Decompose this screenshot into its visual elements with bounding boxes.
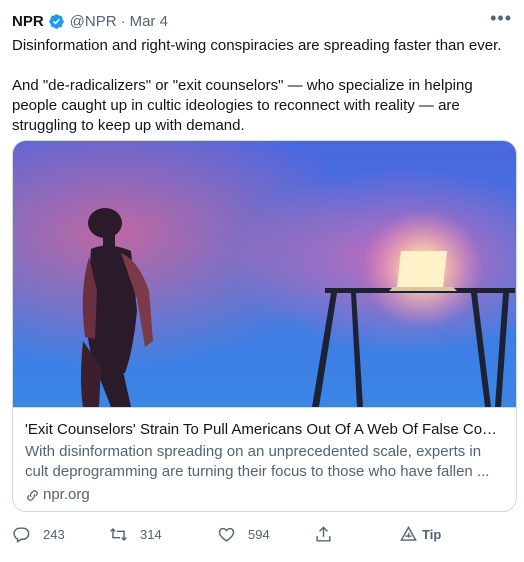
tweet-paragraph: Disinformation and right-wing conspiraci…: [12, 37, 502, 54]
tip-button[interactable]: Tip: [399, 525, 441, 544]
tip-label: Tip: [422, 526, 442, 542]
tweet-paragraph: And "de-radicalizers" or "exit counselor…: [12, 77, 473, 134]
author-name[interactable]: NPR: [12, 13, 44, 30]
action-bar: 243 314 594 Tip: [12, 522, 482, 546]
like-count: 594: [248, 526, 270, 542]
author-handle[interactable]: @NPR: [70, 13, 117, 30]
tip-icon: [400, 525, 417, 541]
retweet-button[interactable]: 314: [109, 525, 217, 544]
like-button[interactable]: 594: [217, 525, 314, 544]
separator: ·: [120, 12, 126, 30]
verified-badge-icon: [48, 13, 64, 29]
tweet-date[interactable]: Mar 4: [130, 13, 168, 30]
retweet-count: 314: [140, 526, 162, 542]
card-title: 'Exit Counselors' Strain To Pull America…: [25, 421, 504, 438]
tweet-header: NPR @NPR · Mar 4 •••: [12, 8, 512, 32]
card-domain: npr.org: [25, 485, 504, 505]
link-icon: [27, 489, 38, 501]
tweet[interactable]: NPR @NPR · Mar 4 ••• Disinformation and …: [0, 0, 524, 562]
share-icon: [316, 525, 331, 542]
reply-button[interactable]: 243: [12, 525, 109, 544]
reply-icon: [13, 526, 30, 543]
reply-count: 243: [43, 526, 65, 542]
card-body: 'Exit Counselors' Strain To Pull America…: [13, 407, 516, 511]
card-image: [13, 141, 516, 407]
share-button[interactable]: [314, 525, 399, 544]
link-card[interactable]: 'Exit Counselors' Strain To Pull America…: [12, 140, 517, 512]
more-icon[interactable]: •••: [490, 8, 512, 29]
card-description: With disinformation spreading on an unpr…: [25, 443, 490, 480]
card-domain-text: npr.org: [43, 486, 90, 503]
tweet-text: Disinformation and right-wing conspiraci…: [12, 36, 512, 136]
like-icon: [218, 527, 235, 542]
retweet-icon: [110, 527, 127, 541]
